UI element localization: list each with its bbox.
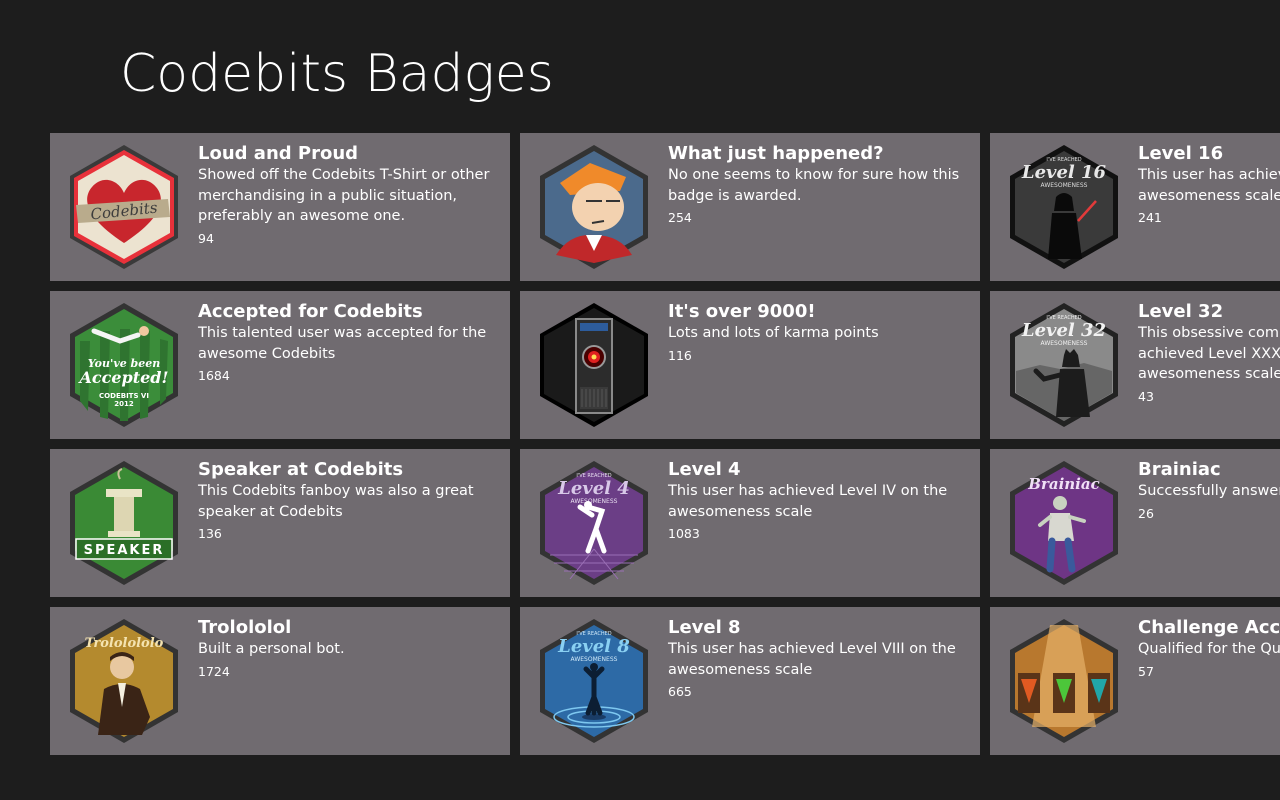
badge-description: No one seems to know for sure how this b… — [668, 167, 960, 204]
badge-tile[interactable]: Codebits Loud and Proud Showed off the C… — [50, 133, 510, 281]
badge-tile[interactable]: I'VE REACHED Level 4 AWESOMENESS Level 4… — [520, 449, 980, 597]
badge-count: 1684 — [198, 368, 230, 383]
badge-title: Trolololol — [198, 617, 292, 638]
heart-icon: Codebits — [60, 143, 188, 271]
badge-title: Loud and Proud — [198, 143, 359, 164]
badge-info: Level 4 This user has achieved Level IV … — [668, 459, 972, 543]
svg-text:Accepted!: Accepted! — [77, 368, 168, 387]
badge-count: 241 — [1138, 210, 1162, 225]
badge-description: This user has achieved Level IV on the a… — [668, 483, 948, 520]
badge-info: Speaker at Codebits This Codebits fanboy… — [198, 459, 502, 543]
badges-page: Codebits Badges Codebits Loud and Proud … — [0, 0, 1280, 800]
badge-info: Level 8 This user has achieved Level VII… — [668, 617, 972, 701]
badge-description: This user has achieved Level XVI on the … — [1138, 167, 1280, 204]
fry-squint-icon — [530, 143, 658, 271]
badge-count: 94 — [198, 230, 214, 246]
hal-9000-icon — [530, 301, 658, 429]
badge-count: 1724 — [198, 663, 230, 679]
badge-description: Showed off the Codebits T-Shirt or other… — [198, 167, 490, 224]
badge-art-sub: AWESOMENESS — [571, 656, 618, 663]
badge-title: Brainiac — [1138, 459, 1221, 480]
badge-info: Level 32 This obsessive compulsive user … — [1138, 301, 1280, 406]
badge-tile[interactable]: Trololololo Trolololol Built a personal … — [50, 607, 510, 755]
badge-description: Built a personal bot. — [198, 641, 345, 657]
badge-title: It's over 9000! — [668, 301, 816, 322]
badge-tile[interactable]: What just happened? No one seems to know… — [520, 133, 980, 281]
badge-description: This obsessive compulsive user has achie… — [1138, 325, 1280, 382]
badge-info: Loud and Proud Showed off the Codebits T… — [198, 143, 502, 248]
badge-art-text: Level 8 — [557, 636, 630, 657]
badge-count: 57 — [1138, 663, 1154, 679]
badge-title: Accepted for Codebits — [198, 301, 423, 322]
page-title: Codebits Badges — [120, 44, 554, 104]
quiz-podiums-icon — [1000, 617, 1128, 745]
badge-count: 136 — [198, 526, 222, 541]
badge-info: Trolololol Built a personal bot. 1724 — [198, 617, 502, 681]
badge-title: Level 4 — [668, 459, 741, 480]
badge-art-text: Level 16 — [1021, 162, 1107, 183]
badge-tile[interactable]: Challenge Accepted Qualified for the Qui… — [990, 607, 1280, 755]
badge-title: Level 32 — [1138, 301, 1224, 322]
badge-grid: Codebits Loud and Proud Showed off the C… — [50, 133, 1280, 755]
vader-lightsaber-icon: I'VE REACHED Level 16 AWESOMENESS — [1000, 143, 1128, 271]
badge-info: What just happened? No one seems to know… — [668, 143, 972, 227]
badge-count: 26 — [1138, 505, 1154, 521]
badge-tile[interactable]: I'VE REACHED Level 8 AWESOMENESS Level 8… — [520, 607, 980, 755]
badge-art-text: Trololololo — [85, 636, 164, 651]
badge-info: Brainiac Successfully answered the quiz … — [1138, 459, 1280, 523]
badge-info: Challenge Accepted Qualified for the Qui… — [1138, 617, 1280, 681]
badge-description: Qualified for the Quiz — [1138, 641, 1280, 657]
badge-info: Level 16 This user has achieved Level XV… — [1138, 143, 1280, 227]
sauron-icon: I'VE REACHED Level 32 AWESOMENESS — [1000, 301, 1128, 429]
badge-art-text: SPEAKER — [84, 543, 165, 558]
badge-title: What just happened? — [668, 143, 884, 164]
badge-count: 254 — [668, 210, 692, 225]
badge-info: Accepted for Codebits This talented user… — [198, 301, 502, 385]
accepted-icon: You've been Accepted! CODEBITS VI 2012 — [60, 301, 188, 429]
badge-art-text: Level 32 — [1021, 320, 1106, 341]
badge-description: This Codebits fanboy was also a great sp… — [198, 483, 474, 520]
badge-tile[interactable]: I'VE REACHED Level 16 AWESOMENESS Level … — [990, 133, 1280, 281]
badge-title: Speaker at Codebits — [198, 459, 404, 480]
badge-tile[interactable]: SPEAKER Speaker at Codebits This Codebit… — [50, 449, 510, 597]
badge-info: It's over 9000! Lots and lots of karma p… — [668, 301, 972, 365]
badge-art-sub: AWESOMENESS — [1041, 340, 1088, 347]
badge-tile[interactable]: I'VE REACHED Level 32 AWESOMENESS Level … — [990, 291, 1280, 439]
disco-dancer-icon: I'VE REACHED Level 4 AWESOMENESS — [530, 459, 658, 587]
badge-art-sub: AWESOMENESS — [1041, 182, 1088, 189]
badge-description: Successfully answered the quiz — [1138, 483, 1280, 499]
badge-title: Challenge Accepted — [1138, 617, 1280, 638]
badge-description: This talented user was accepted for the … — [198, 325, 487, 362]
badge-count: 665 — [668, 684, 692, 699]
badge-description: This user has achieved Level VIII on the… — [668, 641, 956, 678]
badge-description: Lots and lots of karma points — [668, 325, 879, 341]
svg-text:2012: 2012 — [114, 400, 134, 408]
badge-art-text: Brainiac — [1027, 475, 1099, 493]
badge-tile[interactable]: It's over 9000! Lots and lots of karma p… — [520, 291, 980, 439]
badge-tile[interactable]: Brainiac Brainiac Successfully answered … — [990, 449, 1280, 597]
speaker-podium-icon: SPEAKER — [60, 459, 188, 587]
badge-title: Level 8 — [668, 617, 741, 638]
badge-count: 43 — [1138, 388, 1154, 404]
troll-singer-icon: Trololololo — [60, 617, 188, 745]
svg-text:CODEBITS VI: CODEBITS VI — [99, 392, 149, 400]
badge-tile[interactable]: You've been Accepted! CODEBITS VI 2012 A… — [50, 291, 510, 439]
badge-art-sub: AWESOMENESS — [571, 498, 618, 505]
badge-title: Level 16 — [1138, 143, 1224, 164]
badge-count: 116 — [668, 347, 692, 363]
brainiac-zombie-icon: Brainiac — [1000, 459, 1128, 587]
badge-art-text: Level 4 — [557, 478, 630, 499]
tron-figure-icon: I'VE REACHED Level 8 AWESOMENESS — [530, 617, 658, 745]
badge-count: 1083 — [668, 526, 700, 541]
